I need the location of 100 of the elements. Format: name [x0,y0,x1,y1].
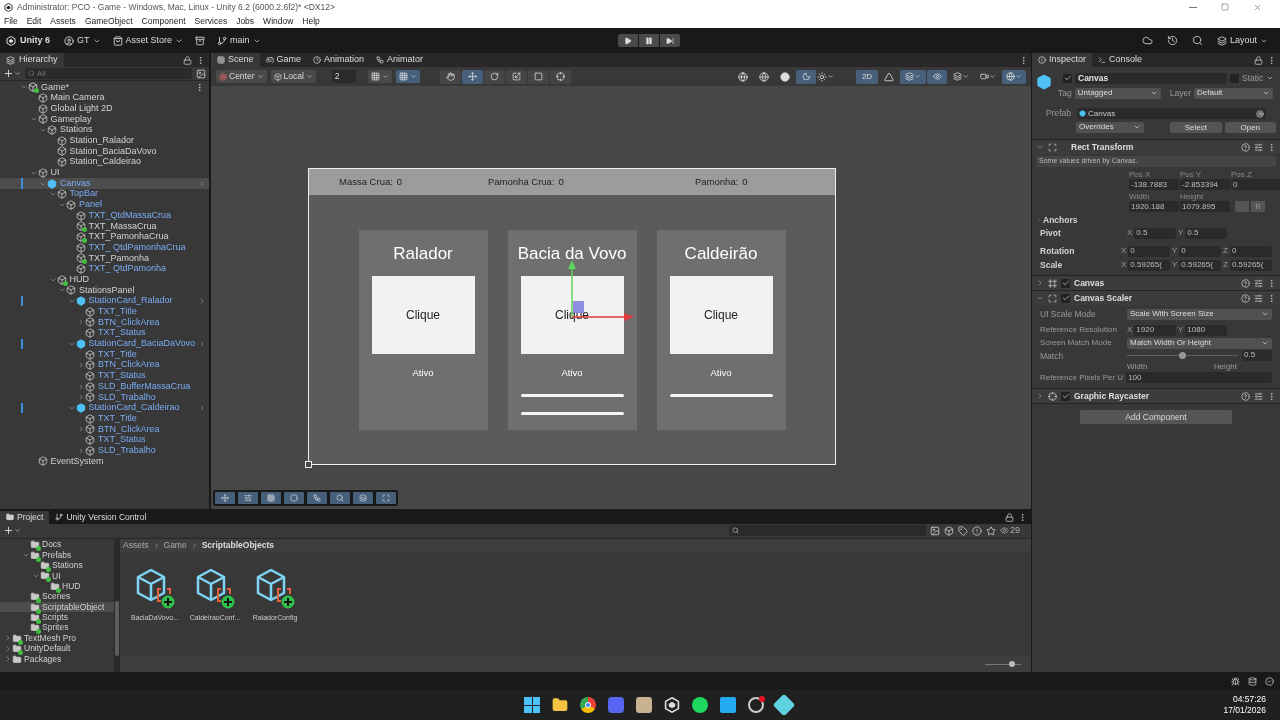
pivot-dropdown[interactable]: Center [216,70,267,83]
folder-item[interactable]: UnityDefault [0,643,114,654]
hidden-count[interactable]: 29 [1000,523,1020,538]
menu-item[interactable]: Services [194,14,228,28]
hierarchy-item[interactable]: TXT_Title [0,349,209,360]
hierarchy-item[interactable]: TXT_PamonhaCrua [0,231,209,243]
folder-item[interactable]: ScriptableObject [0,601,114,613]
component-header[interactable]: Canvas Scaler [1032,290,1280,305]
view-tab[interactable]: Animation [307,53,371,67]
number-field[interactable]: 0.59265( [1179,259,1221,271]
breadcrumb-item[interactable]: Assets [123,538,149,552]
property-label[interactable]: Anchors [1043,213,1078,227]
view-tab[interactable]: Game [259,53,308,67]
user-dropdown[interactable]: GT [64,33,101,48]
hierarchy-item[interactable]: Station_Caldeirao [0,156,209,168]
grid-size-field[interactable]: 2 [331,70,356,83]
branch-dropdown[interactable]: main [217,33,261,48]
menu-item[interactable]: File [4,14,18,28]
hierarchy-item[interactable]: SLD_Trabalho [0,391,209,403]
match-mode-dropdown[interactable]: Match Width Or Height [1127,337,1272,349]
hierarchy-item[interactable]: TXT_Title [0,306,209,318]
hierarchy-item[interactable]: TXT_Status [0,434,209,446]
hierarchy-item[interactable]: TXT_ QtdPamonha [0,263,209,275]
number-field[interactable]: 1079.895 [1180,201,1230,212]
overrides-dropdown[interactable]: Overrides [1076,121,1145,133]
hierarchy-item[interactable]: Station_BaciaDaVovo [0,146,209,157]
breadcrumb-item[interactable]: Game [163,538,187,552]
number-field[interactable]: 0 [1231,179,1280,190]
panel-tab[interactable]: Console [1092,53,1149,67]
view-tab[interactable]: Animator [370,53,430,67]
panel-tab[interactable]: Unity Version Control [49,510,153,524]
panel-tab[interactable]: Inspector [1032,53,1093,67]
hierarchy-item[interactable]: Gameplay [0,114,209,125]
hierarchy-item[interactable]: TXT_Pamonha [0,253,209,264]
hierarchy-item[interactable]: Station_Ralador [0,135,209,147]
number-field[interactable]: -138.7883 [1129,179,1179,190]
folder-item[interactable]: Sprites [0,622,114,634]
folder-item[interactable]: Packages [0,653,114,665]
layout-dropdown[interactable]: Layout [1216,33,1268,48]
hierarchy-item[interactable]: TXT_Status [0,327,209,339]
number-field[interactable]: 0 [1128,245,1170,257]
component-header[interactable]: Canvas [1032,275,1280,290]
folder-item[interactable]: Stations [0,560,114,571]
hierarchy-item[interactable]: Stations [0,124,209,136]
folder-item[interactable]: Prefabs [0,549,114,561]
number-field[interactable]: -2.853394 [1180,179,1230,190]
prefab-button[interactable]: Select [1170,121,1222,133]
hierarchy-item[interactable]: StationCard_Caldeirao [0,402,209,414]
prefab-button[interactable]: Open [1224,121,1276,133]
click-button[interactable]: Clique [520,276,624,354]
menu-item[interactable]: Assets [50,14,76,28]
hierarchy-item[interactable]: BTN_ClickArea [0,359,209,371]
menu-item[interactable]: Component [141,14,186,28]
hierarchy-item[interactable]: Game* [0,82,209,93]
hierarchy-item[interactable]: UI [0,167,209,179]
hierarchy-item[interactable]: TXT_ QtdPamonhaCrua [0,242,209,253]
hierarchy-item[interactable]: Panel [0,199,209,211]
number-field[interactable]: 0.5 [1134,227,1176,239]
add-component-button[interactable]: Add Component [1080,410,1232,424]
number-field[interactable]: 0.5 [1242,349,1272,361]
panel-tab[interactable]: Project [0,510,50,524]
hierarchy-item[interactable]: BTN_ClickArea [0,317,209,328]
menu-item[interactable]: Help [302,14,320,28]
hierarchy-item[interactable]: TXT_QtdMassaCrua [0,210,209,221]
number-field[interactable]: 1920.188 [1129,201,1179,212]
tag-dropdown[interactable]: Untagged [1074,87,1161,99]
click-button[interactable]: Clique [669,276,773,354]
folder-item[interactable]: Scenes [0,591,114,602]
number-field[interactable]: 0 [1179,245,1221,257]
folder-item[interactable]: UI [0,570,114,582]
number-field[interactable]: 0 [1229,245,1272,257]
hierarchy-item[interactable]: StationsPanel [0,285,209,296]
view-tab[interactable]: Scene [211,53,260,67]
hierarchy-item[interactable]: StationCard_BaciaDaVovo [0,338,209,350]
hierarchy-item[interactable]: SLD_Trabalho [0,445,209,457]
hierarchy-item[interactable]: SLD_BufferMassaCrua [0,381,209,392]
hierarchy-item[interactable]: HUD [0,274,209,286]
hierarchy-item[interactable]: Main Camera [0,92,209,104]
menu-item[interactable]: Jobs [236,14,255,28]
hierarchy-item[interactable]: TopBar [0,188,209,200]
folder-item[interactable]: HUD [0,581,114,592]
hierarchy-item[interactable]: TXT_Status [0,370,209,382]
layer-dropdown[interactable]: Default [1194,87,1273,99]
component-header[interactable]: Graphic Raycaster [1032,388,1280,403]
folder-item[interactable]: Docs [0,539,114,550]
space-dropdown[interactable]: Local [270,70,316,83]
folder-item[interactable]: Scripts [0,612,114,623]
breadcrumb-item[interactable]: ScriptableObjects [201,538,274,552]
hierarchy-item[interactable]: TXT_MassaCrua [0,220,209,232]
component-header[interactable]: Rect Transform [1032,139,1280,154]
hierarchy-item[interactable]: Global Light 2D [0,103,209,115]
hierarchy-item[interactable]: EventSystem [0,456,209,467]
hierarchy-item[interactable]: StationCard_Ralador [0,295,209,307]
number-field[interactable]: 100 [1126,372,1272,383]
scale-mode-dropdown[interactable]: Scale With Screen Size [1127,308,1272,320]
name-field[interactable]: Canvas [1075,72,1227,84]
number-field[interactable]: 0.59265( [1229,259,1272,271]
hierarchy-tab[interactable]: Hierarchy [0,53,64,67]
account-button[interactable]: Unity 6 [6,33,50,48]
menu-item[interactable]: Edit [26,14,42,28]
